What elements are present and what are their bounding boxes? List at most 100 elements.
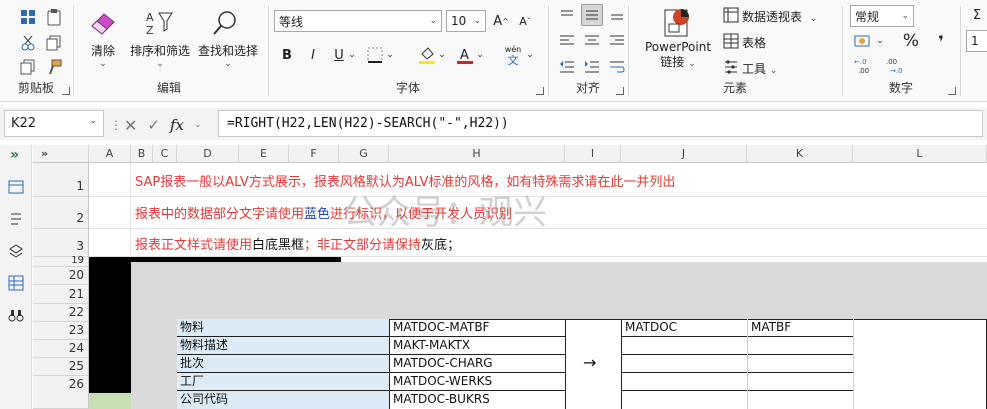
sort-filter-button[interactable]: 排序和筛选 ⌄	[126, 42, 194, 69]
font-name-select[interactable]: 等线 ⌄	[274, 10, 442, 32]
font-color-dropdown-icon[interactable]: ⌄	[474, 44, 486, 66]
row-header-3[interactable]: 3	[33, 229, 89, 257]
clear-button[interactable]: 清除 ⌄	[82, 42, 124, 69]
field-label-cell[interactable]: 物料描述	[177, 337, 389, 355]
row-header-23[interactable]: 23	[33, 322, 89, 340]
align-middle-icon[interactable]	[581, 4, 603, 26]
font-color-icon[interactable]: A	[454, 44, 476, 66]
italic-button[interactable]: I	[302, 44, 324, 66]
enter-icon[interactable]: ✓	[147, 116, 160, 134]
column-header-F[interactable]: F	[289, 145, 339, 163]
split-field-cell[interactable]	[748, 337, 853, 355]
table-icon[interactable]	[722, 32, 740, 50]
column-header-J[interactable]: J	[621, 145, 747, 163]
tools-icon[interactable]	[722, 58, 740, 76]
currency-dropdown-icon[interactable]: ⌄	[874, 30, 886, 52]
percent-button[interactable]: %	[900, 30, 922, 52]
split-table-cell[interactable]: MATDOC	[622, 319, 747, 337]
column-header-H[interactable]: H	[389, 145, 565, 163]
row-header-24[interactable]: 24	[33, 340, 89, 358]
select-all-corner[interactable]: »	[33, 145, 89, 163]
decrease-decimal-icon[interactable]: .00 →.0	[884, 54, 914, 76]
grow-font-button[interactable]: A ^	[490, 10, 512, 32]
increase-indent-icon[interactable]	[581, 56, 603, 78]
powerpoint-link-button[interactable]: PowerPoint 链接 ⌄	[640, 40, 716, 72]
find-select-button[interactable]: 查找和选择 ⌄	[194, 42, 262, 69]
phonetic-icon[interactable]: wén 文	[500, 42, 526, 68]
fill-color-dropdown-icon[interactable]: ⌄	[436, 44, 448, 66]
partial-value-field[interactable]: 1	[966, 30, 987, 52]
comma-style-button[interactable]: ❜	[930, 30, 952, 52]
column-header-I[interactable]: I	[565, 145, 621, 163]
align-left-icon[interactable]	[556, 30, 578, 52]
row-header-2[interactable]: 2	[33, 197, 89, 229]
border-dropdown-icon[interactable]: ⌄	[384, 44, 396, 66]
eraser-icon[interactable]	[86, 8, 120, 38]
underline-dropdown-icon[interactable]: ⌄	[346, 44, 358, 66]
formula-bar-dots-icon[interactable]: ⋮	[110, 118, 122, 132]
row-header-26[interactable]: 26	[33, 376, 89, 409]
column-header-L[interactable]: L	[853, 145, 987, 163]
paste-icon[interactable]	[44, 8, 64, 26]
column-header-B[interactable]: B	[131, 145, 153, 163]
split-field-cell[interactable]	[748, 355, 853, 373]
grid-tool-icon[interactable]	[8, 275, 24, 291]
number-format-select[interactable]: 常规 ⌄	[850, 5, 914, 27]
find-magnifier-icon[interactable]	[208, 8, 242, 38]
field-source-cell[interactable]: MATDOC-CHARG	[390, 355, 565, 373]
split-field-cell[interactable]	[748, 373, 853, 391]
alignment-launcher-icon[interactable]	[616, 87, 624, 95]
row-header-19[interactable]: 19	[33, 256, 89, 267]
phonetic-dropdown-icon[interactable]: ⌄	[524, 44, 536, 66]
currency-icon[interactable]	[852, 30, 874, 52]
column-header-K[interactable]: K	[747, 145, 853, 163]
decrease-indent-icon[interactable]	[556, 56, 578, 78]
split-table-cell[interactable]	[622, 337, 747, 355]
bold-button[interactable]: B	[276, 44, 298, 66]
formula-input[interactable]: =RIGHT(H22,LEN(H22)-SEARCH("-",H22))	[218, 110, 983, 137]
fx-dropdown-icon[interactable]: ⌄	[194, 120, 202, 130]
row-header-25[interactable]: 25	[33, 358, 89, 376]
layer-tool-icon[interactable]	[8, 243, 24, 259]
split-table-cell[interactable]	[622, 373, 747, 391]
align-top-icon[interactable]	[556, 4, 578, 26]
expand-pane-icon[interactable]: »	[10, 147, 19, 163]
shrink-font-button[interactable]: Aˇ	[514, 10, 536, 32]
field-label-cell[interactable]: 批次	[177, 355, 389, 373]
field-source-cell[interactable]: MATDOC-WERKS	[390, 373, 565, 391]
align-center-icon[interactable]	[581, 30, 603, 52]
table-button[interactable]: 表格	[742, 34, 766, 51]
copy-format-icon[interactable]	[18, 58, 38, 76]
name-box-dropdown-icon[interactable]: ⌄	[89, 116, 97, 131]
increase-decimal-icon[interactable]: ←.0.00	[852, 54, 882, 76]
column-header-C[interactable]: C	[153, 145, 177, 163]
wrap-text-icon[interactable]	[606, 56, 628, 78]
copy-icon[interactable]	[44, 34, 64, 52]
fill-color-icon[interactable]	[416, 44, 438, 66]
field-label-cell[interactable]: 工厂	[177, 373, 389, 391]
font-size-select[interactable]: 10 ⌄	[446, 10, 486, 32]
align-right-icon[interactable]	[606, 30, 628, 52]
pivot-table-icon[interactable]	[722, 6, 740, 24]
pivot-table-button[interactable]: 数据透视表 ⌄	[742, 8, 817, 25]
field-source-cell[interactable]: MAKT-MAKTX	[390, 337, 565, 355]
tools-button[interactable]: 工具 ⌄	[742, 60, 777, 77]
row-header-21[interactable]: 21	[33, 285, 89, 304]
cancel-icon[interactable]: ✕	[124, 116, 137, 135]
sort-filter-icon[interactable]: AZ	[142, 8, 176, 38]
paste-grid-icon[interactable]	[18, 8, 38, 26]
powerpoint-icon[interactable]	[660, 6, 696, 38]
field-label-cell[interactable]: 公司代码	[177, 391, 389, 409]
binoculars-icon[interactable]	[8, 307, 24, 323]
clipboard-launcher-icon[interactable]	[62, 87, 70, 95]
field-source-cell[interactable]: MATDOC-MATBF	[390, 319, 565, 337]
cut-icon[interactable]	[18, 34, 38, 52]
name-box[interactable]: K22 ⌄	[4, 110, 104, 137]
split-table-cell[interactable]	[622, 355, 747, 373]
border-icon[interactable]	[364, 44, 386, 66]
spreadsheet-grid[interactable]: » A B C D E F G H I J K L 1 2 3 SAP报表一般以…	[33, 145, 987, 409]
field-label-cell[interactable]: 物料	[177, 319, 389, 337]
autosum-button[interactable]: Σ	[966, 4, 987, 26]
column-header-G[interactable]: G	[339, 145, 389, 163]
split-field-cell[interactable]: MATBF	[748, 319, 853, 337]
